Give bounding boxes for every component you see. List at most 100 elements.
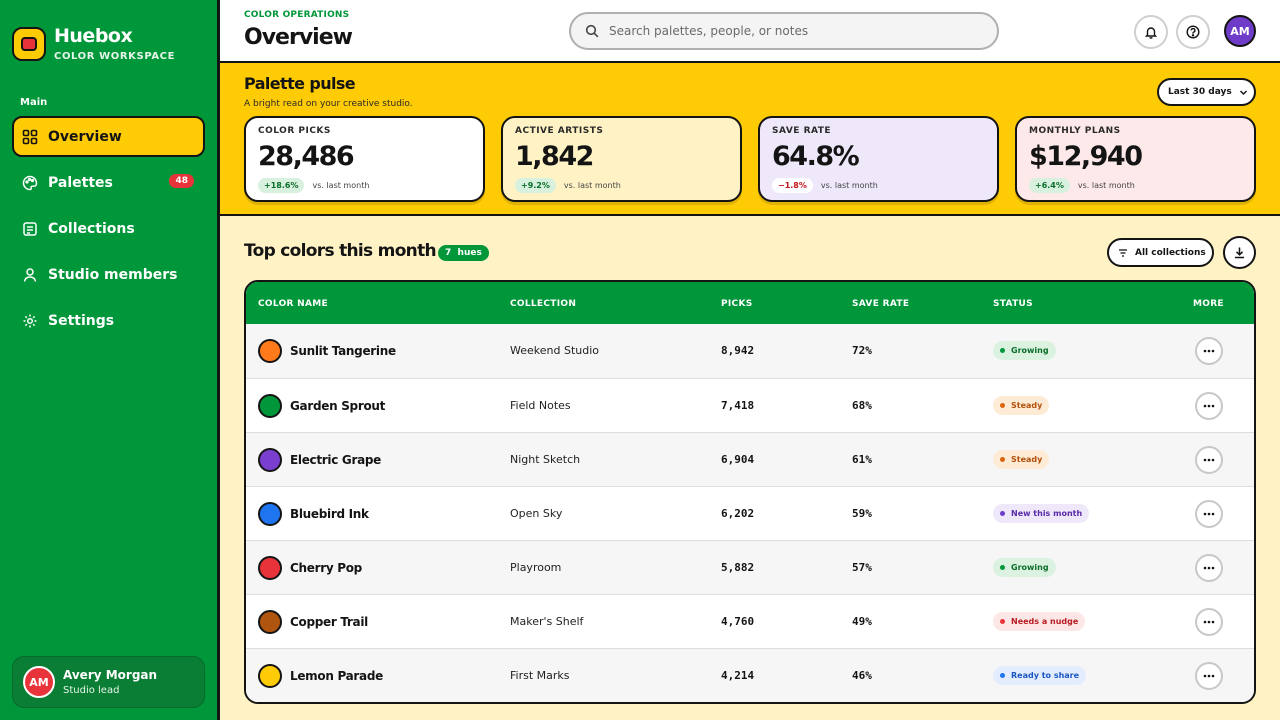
column-header-collection[interactable]: COLLECTION [510, 299, 576, 309]
status-dot-icon [1000, 511, 1005, 516]
download-button[interactable] [1223, 236, 1256, 269]
table-row[interactable]: Lemon Parade First Marks 4,214 46% Ready… [246, 648, 1254, 702]
sidebar-item-label: Palettes [48, 174, 113, 191]
table-row[interactable]: Copper Trail Maker's Shelf 4,760 49% Nee… [246, 594, 1254, 648]
collection-filter-button[interactable]: All collections [1107, 238, 1214, 267]
sidebar-item-studio-members[interactable]: Studio members [12, 254, 205, 295]
color-name: Copper Trail [290, 615, 368, 629]
sidebar-item-palettes[interactable]: Palettes 48 [12, 162, 205, 203]
column-header-more: MORE [1193, 299, 1224, 309]
save-rate-value: 68% [852, 399, 872, 412]
status-badge: Growing [993, 558, 1056, 577]
status-badge: New this month [993, 504, 1090, 523]
grid-icon [22, 129, 38, 144]
more-icon [1203, 512, 1215, 516]
top-header: COLOR OPERATIONS Overview AM [220, 0, 1280, 63]
column-header-color-name[interactable]: COLOR NAME [258, 299, 328, 309]
stat-card-color-picks: COLOR PICKS 28,486 +18.6% vs. last month [244, 116, 485, 202]
table-header: COLOR NAME COLLECTION PICKS SAVE RATE ST… [246, 282, 1254, 324]
search-bar[interactable] [569, 12, 999, 50]
stat-change-badge: −1.8% [772, 178, 813, 193]
status-dot-icon [1000, 565, 1005, 570]
collection-name: Night Sketch [510, 453, 581, 466]
collection-icon [23, 221, 37, 236]
sidebar: Huebox COLOR WORKSPACE Main Overview Pal… [0, 0, 220, 720]
sidebar-item-label: Collections [48, 220, 135, 237]
help-button[interactable] [1176, 15, 1210, 49]
gear-icon [23, 314, 37, 327]
picks-value: 4,760 [721, 615, 755, 628]
status-badge: Steady [993, 396, 1050, 415]
date-range-label: Last 30 days [1168, 87, 1232, 97]
stat-comparison: vs. last month [312, 181, 370, 190]
picks-value: 6,202 [721, 507, 755, 520]
color-swatch [258, 394, 282, 418]
pulse-subtitle: A bright read on your creative studio. [244, 99, 413, 109]
table-row[interactable]: Electric Grape Night Sketch 6,904 61% St… [246, 432, 1254, 486]
stat-value: $12,940 [1029, 141, 1143, 172]
stat-comparison: vs. last month [563, 181, 621, 190]
collection-name: Open Sky [510, 507, 563, 520]
picks-value: 5,882 [721, 561, 755, 574]
status-label: Steady [1011, 455, 1043, 464]
sidebar-nav: Overview Palettes 48 Collections Studio … [12, 116, 205, 346]
save-rate-value: 49% [852, 615, 872, 628]
row-more-button[interactable] [1195, 500, 1223, 528]
brand-logo-icon [12, 27, 46, 61]
search-input[interactable] [609, 24, 989, 38]
status-dot-icon [1000, 673, 1005, 678]
page-eyebrow: COLOR OPERATIONS [244, 10, 350, 20]
top-colors-table: COLOR NAME COLLECTION PICKS SAVE RATE ST… [244, 280, 1256, 704]
date-range-dropdown[interactable]: Last 30 days [1157, 78, 1256, 106]
column-header-picks[interactable]: PICKS [721, 299, 753, 309]
collection-name: Field Notes [510, 399, 571, 412]
status-badge: Steady [993, 450, 1050, 469]
table-row[interactable]: Garden Sprout Field Notes 7,418 68% Stea… [246, 378, 1254, 432]
collection-name: First Marks [510, 669, 570, 682]
hue-count-badge: 7 hues [438, 245, 489, 261]
sidebar-item-label: Settings [48, 312, 115, 329]
table-row[interactable]: Cherry Pop Playroom 5,882 57% Growing [246, 540, 1254, 594]
stat-change-badge: +18.6% [258, 178, 305, 193]
user-name: Avery Morgan [63, 668, 158, 682]
sidebar-item-collections[interactable]: Collections [12, 208, 205, 249]
row-more-button[interactable] [1195, 608, 1223, 636]
main-content: Top colors this month 7 hues All collect… [220, 216, 1280, 720]
picks-value: 8,942 [721, 344, 755, 357]
stat-change-badge: +9.2% [515, 178, 556, 193]
row-more-button[interactable] [1195, 337, 1223, 365]
status-badge: Needs a nudge [993, 612, 1086, 631]
color-name: Garden Sprout [290, 399, 386, 413]
status-label: Growing [1011, 563, 1049, 572]
save-rate-value: 57% [852, 561, 872, 574]
sidebar-item-settings[interactable]: Settings [12, 300, 205, 341]
picks-value: 6,904 [721, 453, 755, 466]
column-header-save-rate[interactable]: SAVE RATE [852, 299, 909, 309]
more-icon [1203, 458, 1215, 462]
color-name: Lemon Parade [290, 669, 383, 683]
row-more-button[interactable] [1195, 554, 1223, 582]
row-more-button[interactable] [1195, 446, 1223, 474]
avatar[interactable]: AM [1224, 15, 1256, 47]
row-more-button[interactable] [1195, 662, 1223, 690]
color-swatch [258, 610, 282, 634]
status-label: Growing [1011, 346, 1049, 355]
sidebar-item-overview[interactable]: Overview [12, 116, 205, 157]
stat-label: ACTIVE ARTISTS [515, 126, 604, 136]
status-label: Needs a nudge [1011, 617, 1079, 626]
collection-name: Maker's Shelf [510, 615, 584, 628]
more-icon [1203, 674, 1215, 678]
table-row[interactable]: Bluebird Ink Open Sky 6,202 59% New this… [246, 486, 1254, 540]
row-more-button[interactable] [1195, 392, 1223, 420]
color-name: Cherry Pop [290, 561, 362, 575]
status-dot-icon [1000, 457, 1005, 462]
status-label: Steady [1011, 401, 1043, 410]
table-row[interactable]: Sunlit Tangerine Weekend Studio 8,942 72… [246, 324, 1254, 378]
brand[interactable]: Huebox COLOR WORKSPACE [12, 26, 175, 62]
notifications-button[interactable] [1134, 15, 1168, 49]
color-name: Electric Grape [290, 453, 382, 467]
column-header-status[interactable]: STATUS [993, 299, 1033, 309]
status-badge: Ready to share [993, 666, 1087, 685]
user-card[interactable]: AM Avery Morgan Studio lead [12, 656, 205, 708]
stat-change-badge: +6.4% [1029, 178, 1070, 193]
